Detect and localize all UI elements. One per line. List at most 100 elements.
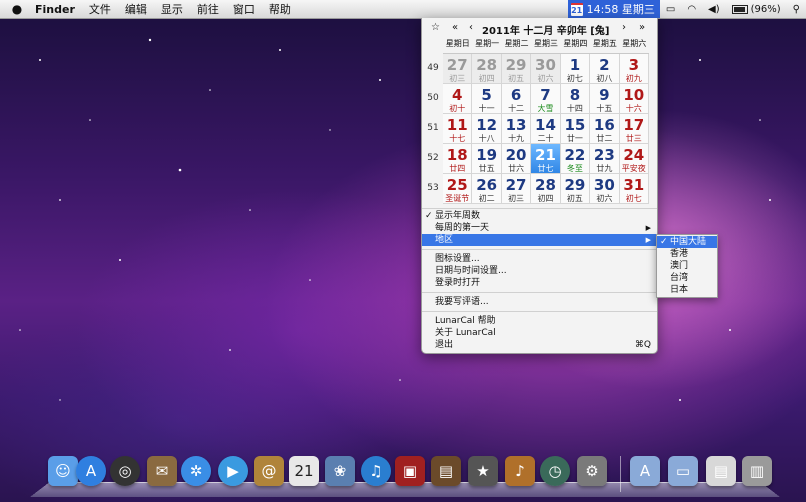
calendar-day[interactable]: 4 初十 bbox=[443, 84, 473, 114]
calendar-day[interactable]: 25 圣诞节 bbox=[443, 174, 473, 204]
region-japan[interactable]: 日本 bbox=[657, 284, 717, 296]
day-number: 9 bbox=[599, 86, 610, 104]
calendar-day[interactable]: 7 大雪 bbox=[531, 84, 561, 114]
day-number: 24 bbox=[623, 146, 645, 164]
dock-system-preferences-icon[interactable]: ⚙ bbox=[577, 456, 607, 486]
calendar-day[interactable]: 30 初六 bbox=[590, 174, 620, 204]
region-taiwan[interactable]: 台湾 bbox=[657, 272, 717, 284]
dock: ☺ A ◎ ✉ ✲ ▶ @21 ❀ ♫ ▣ ▤ ★ ♪ ◷ ⚙ A ▭ ▤ ▥ bbox=[40, 456, 780, 496]
prev-month-button[interactable]: ‹ bbox=[469, 22, 473, 33]
calendar-day[interactable]: 8 十四 bbox=[560, 84, 591, 114]
calendar-day[interactable]: 22 冬至 bbox=[560, 144, 591, 174]
lunar-date: 二十 bbox=[537, 134, 554, 143]
dock-dashboard-icon[interactable]: ◎ bbox=[110, 456, 140, 486]
menu-edit[interactable]: 编辑 bbox=[118, 1, 154, 17]
submenu-arrow-icon: ▶ bbox=[645, 224, 651, 232]
lunarcal-dropdown-menu: ☆ « ‹ 2011年 十二月 辛卯年 [兔] › » 星期日 星期一 星期二 星期三… bbox=[421, 18, 658, 354]
menu-first-day-of-week[interactable]: 每周的第一天 ▶ bbox=[422, 222, 657, 234]
calendar-day[interactable]: 18 廿四 bbox=[443, 144, 473, 174]
dock-downloads-stack-icon[interactable]: ▤ bbox=[706, 456, 736, 486]
spotlight-search-icon[interactable]: ⚲ bbox=[787, 4, 806, 15]
battery-status[interactable]: (96%) bbox=[726, 4, 787, 15]
calendar-day-today[interactable]: 21 廿七 bbox=[531, 144, 561, 174]
calendar-day[interactable]: 28 初四 bbox=[472, 54, 502, 84]
lunar-date: 初十 bbox=[449, 104, 466, 113]
dock-applications-folder-icon[interactable]: A bbox=[630, 456, 660, 486]
calendar-day[interactable]: 1 初七 bbox=[560, 54, 591, 84]
prev-year-button[interactable]: « bbox=[452, 22, 458, 33]
menu-icon-settings[interactable]: 图标设置... bbox=[422, 253, 657, 265]
region-hong-kong[interactable]: 香港 bbox=[657, 248, 717, 260]
calendar-day[interactable]: 9 十五 bbox=[590, 84, 620, 114]
menu-write-review[interactable]: 我要写评语... bbox=[422, 296, 657, 308]
calendar-day[interactable]: 28 初四 bbox=[531, 174, 561, 204]
dock-address-book-icon[interactable]: @ bbox=[254, 456, 284, 486]
dock-time-machine-icon[interactable]: ◷ bbox=[540, 456, 570, 486]
calendar-day[interactable]: 13 十九 bbox=[501, 114, 532, 144]
calendar-day[interactable]: 14 二十 bbox=[531, 114, 561, 144]
dock-documents-folder-icon[interactable]: ▭ bbox=[668, 456, 698, 486]
calendar-day[interactable]: 23 廿九 bbox=[590, 144, 620, 174]
dock-imovie-icon[interactable]: ★ bbox=[468, 456, 498, 486]
calendar-day[interactable]: 19 廿五 bbox=[472, 144, 502, 174]
wifi-icon[interactable]: ◠ bbox=[681, 4, 702, 15]
dock-trash-icon[interactable]: ▥ bbox=[742, 456, 772, 486]
calendar-day[interactable]: 12 十八 bbox=[472, 114, 502, 144]
dock-itunes-icon[interactable]: ♫ bbox=[361, 456, 391, 486]
region-mainland-china[interactable]: ✓ 中国大陆 bbox=[657, 236, 717, 248]
lunarcal-menu-extra[interactable]: 21 14:58 星期三 bbox=[567, 0, 660, 18]
calendar-day[interactable]: 3 初九 bbox=[619, 54, 649, 84]
menu-separator bbox=[422, 208, 657, 209]
menu-about[interactable]: 关于 LunarCal bbox=[422, 327, 657, 339]
dock-finder-icon[interactable]: ☺ bbox=[48, 456, 78, 486]
dock-safari-icon[interactable]: ✲ bbox=[181, 456, 211, 486]
dock-facetime-icon[interactable]: ▶ bbox=[218, 456, 248, 486]
calendar-day[interactable]: 10 十六 bbox=[619, 84, 649, 114]
menu-quit[interactable]: 退出 ⌘Q bbox=[422, 339, 657, 351]
menu-file[interactable]: 文件 bbox=[82, 1, 118, 17]
menu-show-week-numbers[interactable]: ✓ 显示年周数 bbox=[422, 210, 657, 222]
dock-app-store-icon[interactable]: A bbox=[76, 456, 106, 486]
calendar-day[interactable]: 6 十二 bbox=[501, 84, 532, 114]
calendar-day[interactable]: 2 初八 bbox=[590, 54, 620, 84]
menu-region[interactable]: 地区 ▶ bbox=[422, 234, 657, 246]
calendar-day[interactable]: 30 初六 bbox=[531, 54, 561, 84]
region-macau[interactable]: 澳门 bbox=[657, 260, 717, 272]
calendar-day[interactable]: 27 初三 bbox=[501, 174, 532, 204]
calendar-day[interactable]: 24 平安夜 bbox=[619, 144, 649, 174]
menu-separator bbox=[422, 249, 657, 250]
calendar-day[interactable]: 29 初五 bbox=[560, 174, 591, 204]
calendar-day[interactable]: 15 廿一 bbox=[560, 114, 591, 144]
menu-help-item[interactable]: LunarCal 帮助 bbox=[422, 315, 657, 327]
dock-iphoto-icon[interactable]: ❀ bbox=[325, 456, 355, 486]
calendar-day[interactable]: 17 廿三 bbox=[619, 114, 649, 144]
menu-go[interactable]: 前往 bbox=[190, 1, 226, 17]
calendar-day[interactable]: 20 廿六 bbox=[501, 144, 532, 174]
next-year-button[interactable]: » bbox=[639, 22, 645, 33]
keyboard-layout-icon[interactable]: ▭ bbox=[660, 4, 681, 15]
menu-help[interactable]: 帮助 bbox=[262, 1, 298, 17]
calendar-day[interactable]: 27 初三 bbox=[443, 54, 473, 84]
calendar-day[interactable]: 31 初七 bbox=[619, 174, 649, 204]
dock-mail-icon[interactable]: ✉ bbox=[147, 456, 177, 486]
calendar-day[interactable]: 16 廿二 bbox=[590, 114, 620, 144]
calendar-day[interactable]: 5 十一 bbox=[472, 84, 502, 114]
menu-open-at-login[interactable]: 登录时打开 bbox=[422, 277, 657, 289]
favorite-star-icon[interactable]: ☆ bbox=[431, 22, 440, 33]
lunar-date: 大雪 bbox=[537, 104, 554, 113]
dock-photo-booth-icon[interactable]: ▣ bbox=[395, 456, 425, 486]
calendar-day[interactable]: 29 初五 bbox=[501, 54, 532, 84]
next-month-button[interactable]: › bbox=[622, 22, 626, 33]
volume-icon[interactable]: ◀) bbox=[702, 4, 726, 15]
menu-window[interactable]: 窗口 bbox=[226, 1, 262, 17]
dock-preview-icon[interactable]: ▤ bbox=[431, 456, 461, 486]
calendar-day[interactable]: 26 初二 bbox=[472, 174, 502, 204]
menu-label: LunarCal 帮助 bbox=[435, 316, 496, 326]
menu-datetime-settings[interactable]: 日期与时间设置... bbox=[422, 265, 657, 277]
menu-view[interactable]: 显示 bbox=[154, 1, 190, 17]
dock-ical-icon[interactable]: 21 bbox=[289, 456, 319, 486]
dock-garageband-icon[interactable]: ♪ bbox=[505, 456, 535, 486]
apple-menu-icon[interactable]: ● bbox=[6, 2, 28, 16]
menu-app-name[interactable]: Finder bbox=[28, 3, 82, 16]
calendar-day[interactable]: 11 十七 bbox=[443, 114, 473, 144]
